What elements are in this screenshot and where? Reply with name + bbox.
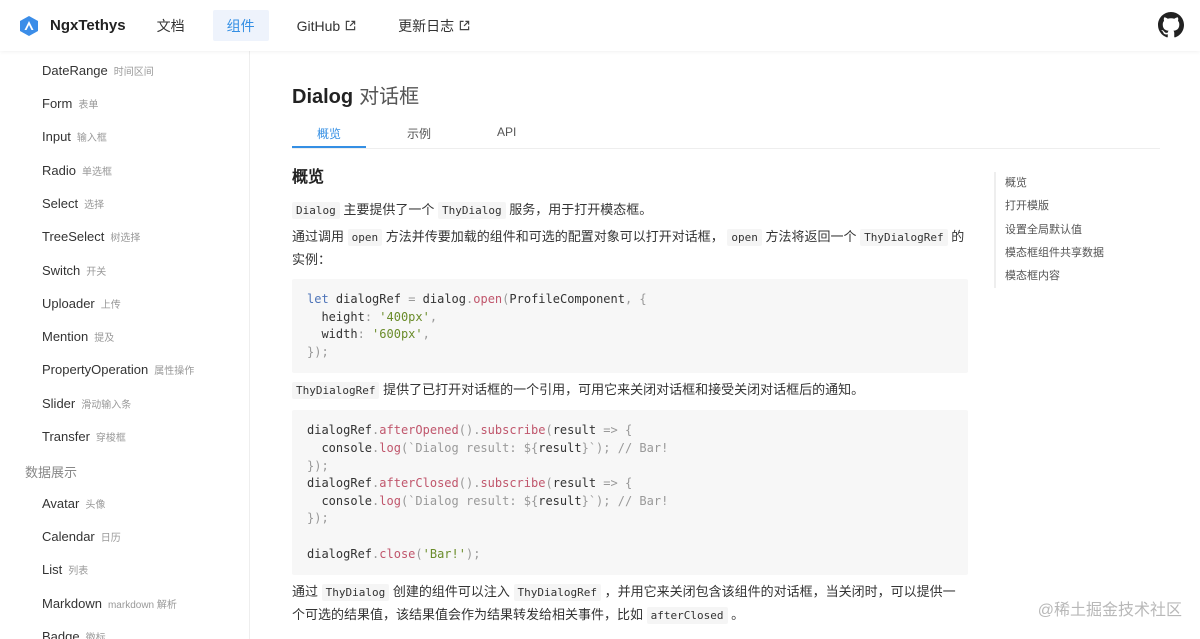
- paragraph: Dialog 主要提供了一个 ThyDialog 服务，用于打开模态框。: [292, 199, 968, 222]
- external-link-icon: [345, 20, 356, 31]
- top-header: NgxTethys 文档 组件 GitHub 更新日志: [0, 0, 1200, 51]
- sidebar-item-list[interactable]: List 列表: [42, 562, 88, 577]
- paragraph: 通过调用 open 方法并传要加载的组件和可选的配置对象可以打开对话框， ope…: [292, 229, 965, 267]
- tab-examples[interactable]: 示例: [407, 125, 431, 142]
- sidebar-item-calendar[interactable]: Calendar 日历: [42, 529, 121, 544]
- page-title: Dialog 对话框: [292, 86, 420, 108]
- main-nav: 文档 组件 GitHub 更新日志: [143, 0, 499, 51]
- sidebar-item-uploader[interactable]: Uploader 上传: [42, 296, 121, 311]
- code-block[interactable]: dialogRef.afterOpened().subscribe(result…: [292, 410, 968, 576]
- sidebar-item-input[interactable]: Input 输入框: [42, 129, 107, 144]
- external-link-icon: [459, 20, 470, 31]
- sidebar-item-propertyoperation[interactable]: PropertyOperation 属性操作: [42, 362, 194, 377]
- doc-body: 概览 Dialog 主要提供了一个 ThyDialog 服务，用于打开模态框。 …: [292, 163, 968, 627]
- nav-docs[interactable]: 文档: [143, 10, 199, 41]
- code-block[interactable]: let dialogRef = dialog.open(ProfileCompo…: [292, 279, 968, 374]
- sidebar-item-switch[interactable]: Switch 开关: [42, 263, 106, 278]
- sidebar-item-markdown[interactable]: Markdown markdown 解析: [42, 596, 177, 611]
- main-content: Dialog 对话框 概览 示例 API 概览 Dialog 主要提供了一个 Th…: [251, 51, 1200, 639]
- sidebar-group-data-display: 数据展示: [25, 465, 78, 480]
- toc-item-shared-data[interactable]: 模态框组件共享数据: [1005, 242, 1104, 265]
- nav-github[interactable]: GitHub: [283, 10, 371, 41]
- sidebar: DateRange 时间区间 Form 表单 Input 输入框 Radio 单选框 S…: [0, 51, 250, 639]
- sidebar-item-treeselect[interactable]: TreeSelect 树选择: [42, 229, 140, 244]
- toc-item-global-defaults[interactable]: 设置全局默认值: [1005, 219, 1104, 242]
- sidebar-item-transfer[interactable]: Transfer 穿梭框: [42, 429, 126, 444]
- github-icon[interactable]: [1158, 12, 1184, 38]
- sidebar-item-form[interactable]: Form 表单: [42, 96, 98, 111]
- watermark: @稀土掘金技术社区: [1037, 602, 1182, 619]
- toc-item-open-template[interactable]: 打开模版: [1005, 195, 1104, 218]
- tab-overview[interactable]: 概览: [317, 125, 341, 142]
- sidebar-item-daterange[interactable]: DateRange 时间区间: [42, 63, 154, 78]
- sidebar-item-avatar[interactable]: Avatar 头像: [42, 496, 105, 511]
- sidebar-item-mention[interactable]: Mention 提及: [42, 329, 114, 344]
- sidebar-item-select[interactable]: Select 选择: [42, 196, 104, 211]
- section-heading: 概览: [292, 169, 325, 186]
- table-of-contents: 概览 打开模版 设置全局默认值 模态框组件共享数据 模态框内容: [994, 172, 1104, 289]
- logo-text: NgxTethys: [50, 17, 126, 34]
- nav-components[interactable]: 组件: [212, 10, 269, 41]
- logo[interactable]: NgxTethys: [18, 15, 126, 37]
- active-tab-indicator: [292, 146, 366, 148]
- tab-bar: 概览 示例 API: [292, 113, 1160, 149]
- sidebar-item-badge[interactable]: Badge 徽标: [42, 629, 106, 639]
- paragraph: 通过 ThyDialog 创建的组件可以注入 ThyDialogRef ，并用它…: [292, 584, 956, 625]
- toc-item-dialog-content[interactable]: 模态框内容: [1005, 265, 1104, 288]
- sidebar-item-slider[interactable]: Slider 滑动输入条: [42, 396, 131, 411]
- paragraph: ThyDialogRef 提供了已打开对话框的一个引用，可用它来关闭对话框和接受…: [292, 379, 968, 402]
- ngx-tethys-logo-icon: [20, 15, 38, 36]
- toc-item-overview[interactable]: 概览: [1005, 172, 1104, 195]
- nav-changelog[interactable]: 更新日志: [384, 10, 484, 41]
- sidebar-item-radio[interactable]: Radio 单选框: [42, 163, 112, 178]
- tab-api[interactable]: API: [497, 125, 516, 139]
